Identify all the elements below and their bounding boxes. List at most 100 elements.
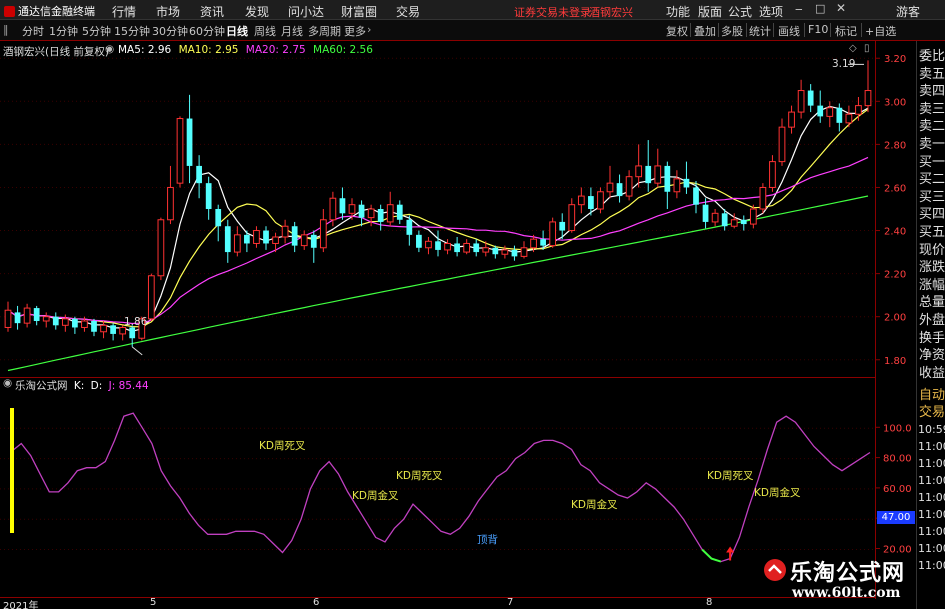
candle-body-up [606,182,614,193]
kdj-chart [0,408,875,563]
candle-body-down [358,204,365,218]
guest-label[interactable]: 游客 [896,3,920,20]
period-more[interactable]: 更多 [344,23,366,39]
period-30min[interactable]: 30分钟 [152,23,188,39]
candle-body-up [673,178,681,193]
tick-time: 11:00 [918,525,945,538]
more-chevron-icon[interactable]: › [367,23,371,36]
period-5min[interactable]: 5分钟 [82,23,111,39]
minimize-icon[interactable]: ‒ [795,2,803,16]
menu-item-trade[interactable]: 交易 [396,3,420,20]
candle-body-down [416,234,422,248]
menu-item-discover[interactable]: 发现 [245,3,269,20]
menu-item-wealth[interactable]: 财富圈 [341,3,377,20]
quote-field-label: 卖四 [919,84,945,100]
period-15min[interactable]: 15分钟 [114,23,150,39]
tick-time: 11:00 [918,474,945,487]
candle-body-down [559,221,566,231]
mark-button[interactable]: 标记 [835,23,857,39]
quote-field-label: 卖三 [919,101,945,117]
candle-body-down [817,105,824,117]
candle-body-down [492,247,499,255]
candle-body-up [167,186,174,221]
candle-body-up [367,208,375,219]
menu-function[interactable]: 功能 [666,3,690,20]
quote-field-label: 净资 [919,348,945,364]
candle-body-up [778,126,786,163]
period-1min[interactable]: 1分钟 [49,23,78,39]
quote-field-label: 总量 [919,295,945,311]
candle-body-down [836,107,843,123]
candle-body-down [52,316,59,326]
annotation-dead-cross: KD周死叉 [707,470,754,482]
period-60min[interactable]: 60分钟 [189,23,225,39]
candle-body-up [253,230,260,244]
candle-body-down [454,243,460,253]
menu-item-quotes[interactable]: 行情 [112,3,136,20]
toolbar-divider [830,23,831,37]
watermark-url: www.60lt.com [792,585,901,601]
period-multi[interactable]: 多周期 [308,23,341,39]
period-toolbar: ‖ 分时 1分钟 5分钟 15分钟 30分钟 60分钟 日线 周线 月线 多周期… [0,20,945,41]
add-watchlist-button[interactable]: +自选 [865,23,896,39]
candle-body-down [721,213,728,227]
quote-field-label: 买四 [919,207,945,223]
tick-time: 11:00 [918,491,945,504]
ma5-line [7,105,869,332]
candle-body-up [749,208,757,225]
price-chart-pane[interactable]: 酒钢宏兴(日线 前复权) ◉ MA5: 2.96 MA10: 2.95 MA20… [0,41,875,377]
stats-button[interactable]: 统计 [749,23,771,39]
watermark-title: 乐淘公式网 [790,561,906,586]
annotation-golden-cross: KD周金叉 [754,487,801,499]
candle-body-up [329,197,337,221]
annotation-golden-cross: KD周金叉 [352,490,399,502]
oversold-segment [701,548,722,563]
candle-body-up [23,307,31,324]
menu-options[interactable]: 选项 [759,3,783,20]
candle-body-up [864,90,872,107]
tick-time: 11:00 [918,508,945,521]
date-label: 8 [706,597,713,608]
menu-formula[interactable]: 公式 [728,3,752,20]
menu-item-news[interactable]: 资讯 [200,3,224,20]
period-monthly[interactable]: 月线 [281,23,303,39]
period-daily[interactable]: 日线 [226,23,248,39]
indicator-pane[interactable]: ◉ 乐淘公式网 K: D: J: 85.44 KD周死叉 KD周金叉 KD周死叉… [0,377,875,599]
quote-field-label: 卖二 [919,119,945,135]
date-axis: 2021年 5 6 7 8 [0,597,875,609]
indicator-tick-label: 100.0 [883,423,912,434]
indicator-tick-label: 60.00 [883,484,912,495]
candle-body-down [396,204,403,220]
toolbar-grip-icon: ‖ [3,23,9,36]
indicator-tick-label: 80.00 [883,454,912,465]
close-icon[interactable]: ✕ [836,1,846,15]
menu-item-market[interactable]: 市场 [156,3,180,20]
price-axis: 3.20 3.00 2.80 2.60 2.40 2.20 2.00 1.80 100.0 80.… [875,41,916,599]
date-label: 2021年 [3,601,39,609]
auto-trade-label[interactable]: 交易 [919,401,945,420]
overlay-button[interactable]: 叠加 [694,23,716,39]
candle-body-up [845,113,853,124]
toolbar-divider [746,23,747,37]
candle-body-down [740,219,747,225]
candle-body-up [4,309,12,328]
candle-body-up [444,242,451,251]
period-weekly[interactable]: 周线 [254,23,276,39]
menu-item-ask[interactable]: 问小达 [288,3,324,20]
menu-layout[interactable]: 版面 [698,3,722,20]
f10-button[interactable]: F10 [808,23,828,36]
quote-field-label: 现价 [919,242,945,258]
period-intraday[interactable]: 分时 [22,23,44,39]
low-price-label: 1.86 [124,316,148,328]
draw-line-button[interactable]: 画线 [778,23,800,39]
quote-field-label: 换手 [919,330,945,346]
adjust-button[interactable]: 复权 [666,23,688,39]
candle-body-up [855,105,862,115]
quote-side-panel: 委比 卖五 卖四 卖三 卖二 卖一 买一 买二 买三 买四 买五 现价 涨跌 涨幅 总量 外盘 换手 净资 收益 自动… [916,41,945,609]
multi-stock-button[interactable]: 多股 [721,23,743,39]
candle-body-up [348,204,356,214]
candle-body-up [147,275,155,320]
login-notice[interactable]: 证券交易未登录 [514,4,591,20]
restore-icon[interactable]: □ [815,2,825,15]
candle-body-up [711,212,719,223]
